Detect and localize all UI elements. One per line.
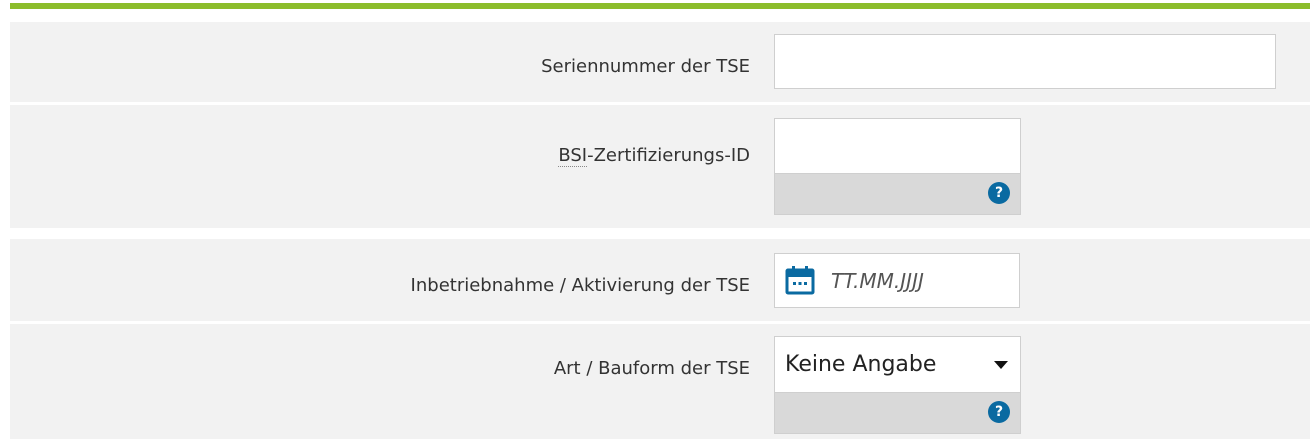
tse-type-help-panel: ?: [774, 393, 1021, 434]
bsi-id-help-panel: ?: [774, 174, 1021, 215]
row-activation-date: Inbetriebnahme / Aktivierung der TSE: [10, 239, 1310, 321]
bsi-abbreviation[interactable]: BSI: [558, 145, 588, 167]
serial-number-input[interactable]: [775, 35, 1275, 88]
activation-date-input[interactable]: [831, 254, 1011, 307]
help-icon[interactable]: ?: [988, 182, 1010, 204]
bsi-id-field[interactable]: [774, 118, 1021, 174]
help-icon[interactable]: ?: [988, 401, 1010, 423]
tse-type-label: Art / Bauform der TSE: [553, 358, 750, 379]
calendar-icon[interactable]: [785, 265, 815, 295]
chevron-down-icon[interactable]: [994, 361, 1008, 369]
tse-type-selected-value: Keine Angabe: [785, 352, 937, 377]
serial-number-field[interactable]: [774, 34, 1276, 89]
row-bsi-id: BSI-Zertifizierungs-ID ?: [10, 105, 1310, 228]
activation-date-field[interactable]: [774, 253, 1020, 308]
serial-number-label: Seriennummer der TSE: [541, 56, 750, 77]
bsi-id-label-rest: -Zertifizierungs-ID: [587, 145, 750, 166]
row-serial-number: Seriennummer der TSE: [10, 22, 1310, 102]
bsi-id-label: BSI-Zertifizierungs-ID: [558, 145, 750, 167]
activation-date-label: Inbetriebnahme / Aktivierung der TSE: [410, 275, 750, 296]
row-tse-type: Art / Bauform der TSE Keine Angabe ?: [10, 324, 1310, 439]
accent-bar: [10, 3, 1310, 9]
bsi-id-input[interactable]: [775, 119, 1020, 173]
tse-type-select[interactable]: Keine Angabe: [774, 336, 1021, 393]
